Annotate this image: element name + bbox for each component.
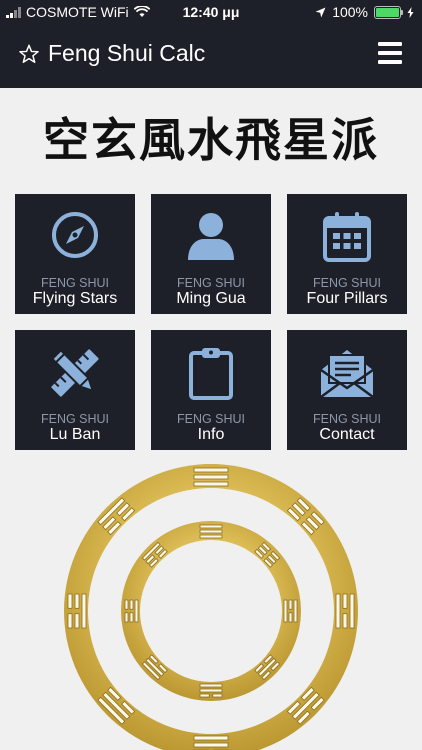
calendar-icon (323, 212, 371, 262)
tile-lu-ban[interactable]: FENG SHUI Lu Ban (15, 330, 135, 450)
tile-subtitle: FENG SHUI (40, 276, 110, 290)
charging-icon (407, 6, 414, 18)
nav-bar: Feng Shui Calc (0, 24, 422, 88)
envelope-icon (320, 350, 374, 399)
tile-subtitle: FENG SHUI (176, 276, 246, 290)
ruler-pencil-icon (50, 348, 99, 397)
hamburger-menu-icon[interactable] (378, 42, 402, 64)
tile-four-pillars[interactable]: FENG SHUI Four Pillars (287, 194, 407, 314)
user-icon (188, 213, 234, 260)
tile-contact[interactable]: FENG SHUI Contact (287, 330, 407, 450)
tile-label: Info (197, 426, 225, 443)
battery-icon (374, 5, 403, 19)
tile-ming-gua[interactable]: FENG SHUI Ming Gua (151, 194, 271, 314)
tile-label: Ming Gua (176, 290, 246, 307)
tile-flying-stars[interactable]: FENG SHUI Flying Stars (15, 194, 135, 314)
status-bar: COSMOTE WiFi 12:40 μμ 100% (0, 0, 422, 24)
star-icon (19, 44, 39, 63)
compass-icon (52, 212, 98, 258)
battery-percent: 100% (332, 4, 368, 20)
location-icon (315, 7, 326, 17)
clipboard-icon (189, 348, 233, 400)
tile-subtitle: FENG SHUI (312, 412, 382, 426)
tile-info[interactable]: FENG SHUI Info (151, 330, 271, 450)
trigram (193, 467, 229, 487)
app-title[interactable]: Feng Shui Calc (18, 40, 205, 67)
tile-subtitle: FENG SHUI (176, 412, 246, 426)
bagua-wheel-image (64, 464, 358, 750)
chinese-banner: 空玄風水飛星派 (43, 113, 379, 167)
trigram (199, 524, 223, 539)
tile-subtitle: FENG SHUI (312, 276, 382, 290)
app-title-label: Feng Shui Calc (48, 40, 206, 66)
tile-subtitle: FENG SHUI (40, 412, 110, 426)
tile-label: Flying Stars (32, 290, 118, 307)
tile-label: Lu Ban (49, 426, 101, 443)
tile-label: Contact (319, 426, 375, 443)
tile-label: Four Pillars (306, 290, 388, 307)
